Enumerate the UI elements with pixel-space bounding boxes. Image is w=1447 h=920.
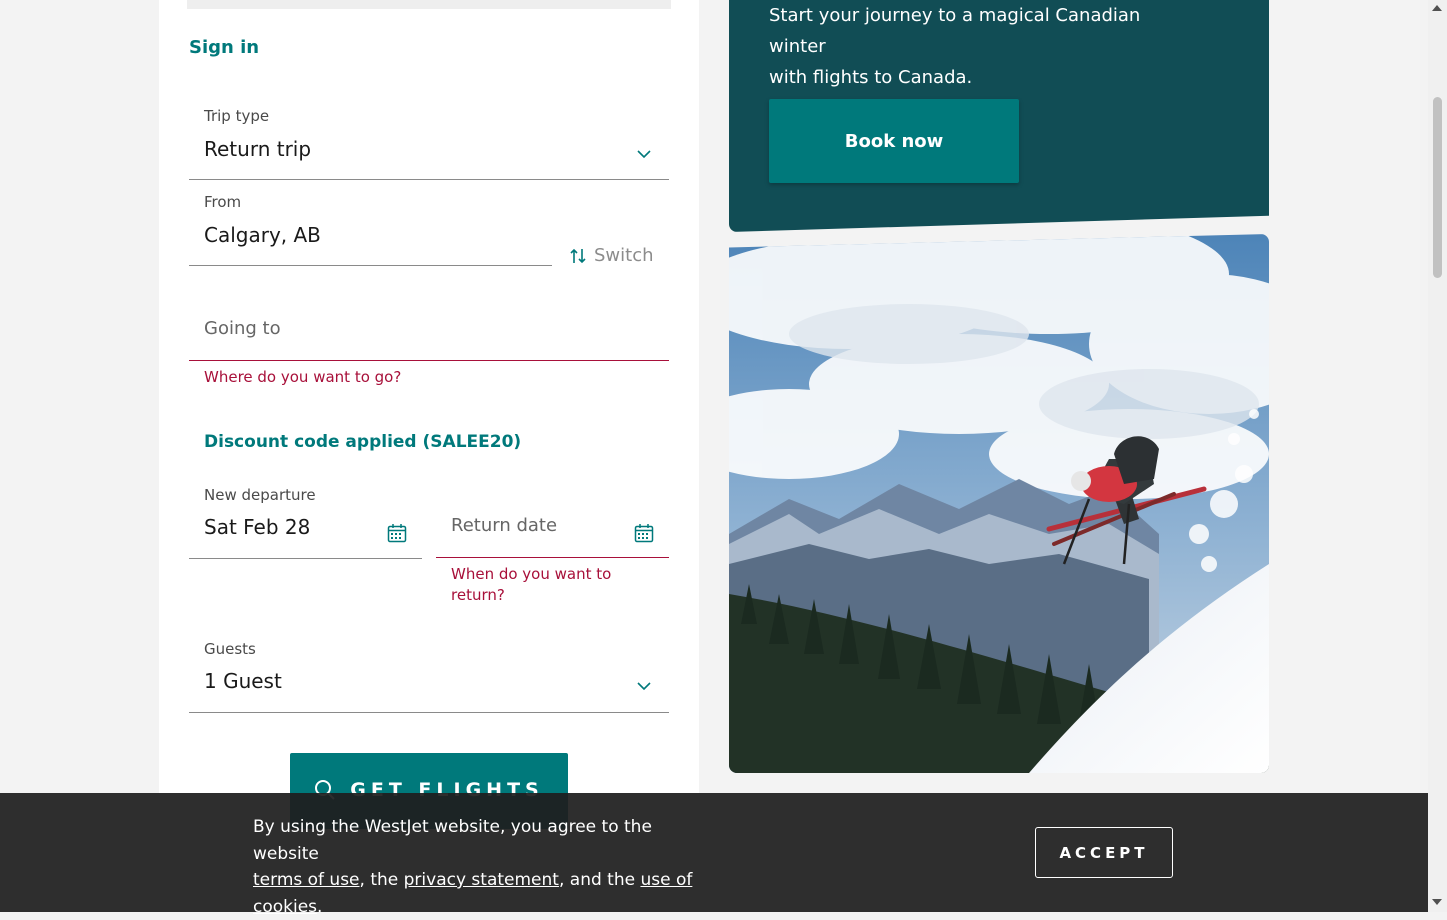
trip-type-value: Return trip <box>204 137 312 161</box>
from-label: From <box>204 193 242 211</box>
guests-label: Guests <box>204 640 256 658</box>
going-to-underline <box>189 360 669 361</box>
skier-hero-image <box>729 234 1269 773</box>
booking-form: Sign in Trip type Return trip From Calga… <box>159 0 699 912</box>
cookie-text: By using the WestJet website, you agree … <box>253 814 723 920</box>
from-underline <box>189 265 552 266</box>
switch-label: Switch <box>594 245 654 266</box>
calendar-icon[interactable] <box>634 523 654 543</box>
terms-of-use-link[interactable]: terms of use <box>253 870 360 890</box>
return-date-error: When do you want to return? <box>451 564 611 606</box>
return-date-error-line2: return? <box>451 586 505 604</box>
cookie-sep-1: , the <box>359 870 404 890</box>
use-of-cookies-link-part2[interactable]: cookies <box>253 897 317 917</box>
privacy-statement-link[interactable]: privacy statement <box>404 870 559 890</box>
cookie-text-intro: By using the WestJet website, you agree … <box>253 817 652 864</box>
trip-type-underline <box>189 179 669 180</box>
calendar-icon[interactable] <box>387 523 407 543</box>
scroll-thumb[interactable] <box>1433 97 1442 278</box>
scroll-down-arrow-icon[interactable] <box>1432 899 1442 905</box>
promo-text-line1: Start your journey to a magical Canadian… <box>769 5 1141 57</box>
top-strip <box>187 0 671 9</box>
going-to-placeholder: Going to <box>204 318 281 339</box>
cookie-banner: By using the WestJet website, you agree … <box>0 793 1428 917</box>
chevron-down-icon <box>637 150 651 159</box>
departure-value: Sat Feb 28 <box>204 515 311 539</box>
sign-in-link[interactable]: Sign in <box>189 37 259 58</box>
guests-underline <box>189 712 669 713</box>
return-date-error-line1: When do you want to <box>451 565 612 583</box>
departure-underline <box>189 558 422 559</box>
page-scrollbar[interactable] <box>1428 0 1447 912</box>
swap-arrows-icon <box>570 248 586 263</box>
cookie-text-end: . <box>317 896 323 917</box>
promo-text: Start your journey to a magical Canadian… <box>769 0 1199 93</box>
accept-cookies-button[interactable]: ACCEPT <box>1035 827 1173 878</box>
switch-button[interactable]: Switch <box>570 245 654 266</box>
promo-text-line2: with flights to Canada. <box>769 67 973 88</box>
departure-label: New departure <box>204 486 316 504</box>
scroll-up-arrow-icon[interactable] <box>1432 5 1442 11</box>
skier-hero-image-svg <box>729 234 1269 773</box>
from-value: Calgary, AB <box>204 223 321 247</box>
book-now-button[interactable]: Book now <box>769 99 1019 183</box>
promo-banner: Start your journey to a magical Canadian… <box>729 0 1269 232</box>
guests-value: 1 Guest <box>204 669 282 693</box>
discount-code-link[interactable]: Discount code applied (SALEE20) <box>204 432 521 452</box>
cookie-sep-2: , and the <box>558 870 641 890</box>
return-date-underline <box>436 557 669 558</box>
chevron-down-icon <box>637 682 651 691</box>
going-to-error: Where do you want to go? <box>204 368 402 386</box>
use-of-cookies-link-part1[interactable]: use of <box>640 870 692 890</box>
return-date-placeholder: Return date <box>451 515 558 536</box>
trip-type-label: Trip type <box>204 107 270 125</box>
